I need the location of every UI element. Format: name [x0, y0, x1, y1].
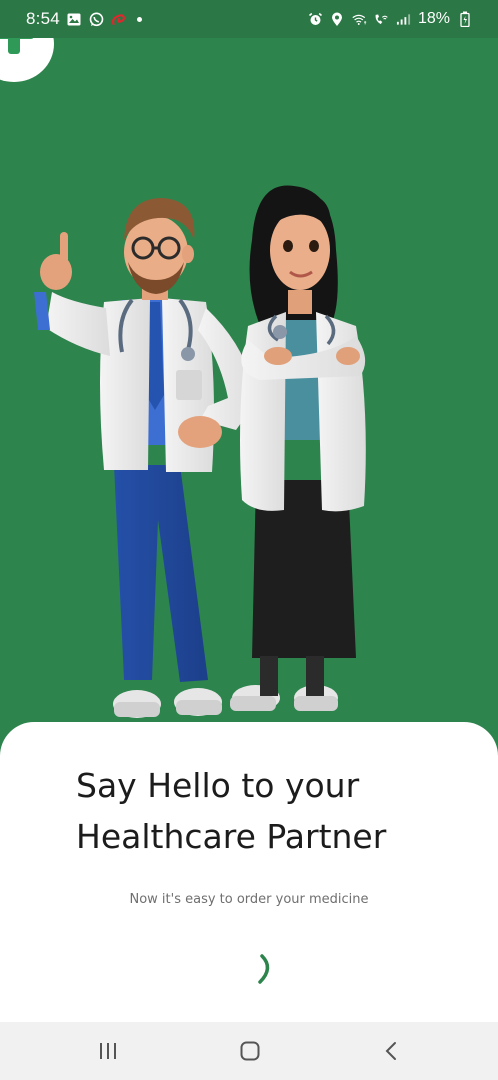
alarm-icon — [308, 12, 323, 27]
airtel-icon — [111, 12, 126, 27]
headline-line-2: Healthcare Partner — [76, 817, 387, 856]
status-time: 8:54 — [26, 9, 60, 28]
status-left: 8:54 — [26, 9, 142, 29]
subtitle: Now it's easy to order your medicine — [129, 892, 369, 907]
battery-percent: 18% — [417, 10, 450, 27]
headline-line-1: Say Hello to your — [76, 766, 360, 805]
female-doctor-figure — [230, 185, 366, 711]
status-bar: 8:54 18% — [0, 0, 498, 38]
doctors-illustration — [30, 180, 380, 725]
home-icon[interactable] — [238, 1039, 262, 1063]
signal-icon — [396, 12, 411, 27]
onboarding-card: Say Hello to your Healthcare Partner Now… — [0, 722, 498, 1022]
spinner-icon — [254, 952, 280, 988]
gallery-icon — [67, 12, 82, 27]
male-doctor-figure — [34, 198, 256, 718]
location-icon — [330, 12, 345, 27]
back-icon[interactable] — [380, 1039, 404, 1063]
status-right: 18% — [308, 10, 472, 28]
wifi-icon — [352, 12, 367, 27]
system-nav-bar — [0, 1022, 498, 1080]
headline: Say Hello to your Healthcare Partner — [76, 760, 476, 862]
wifi-call-icon — [374, 12, 389, 27]
notification-dot-icon — [136, 16, 142, 22]
whatsapp-icon — [89, 12, 104, 27]
battery-icon — [457, 11, 472, 27]
recent-apps-icon[interactable] — [96, 1039, 120, 1063]
onboarding-screen: 8:54 18% Say Hello to your Healthcare Pa… — [0, 0, 498, 1080]
